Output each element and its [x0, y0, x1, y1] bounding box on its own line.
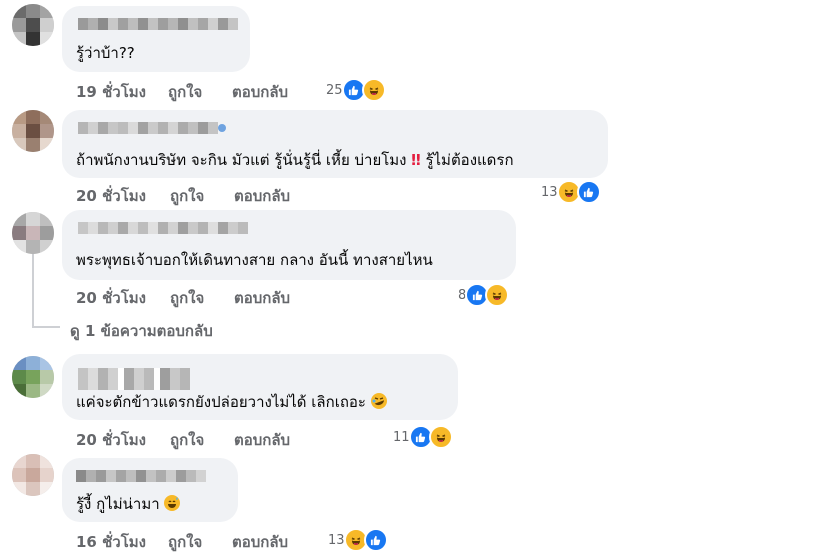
like-button[interactable]: ถูกใจ	[168, 530, 202, 554]
blurred-author-name[interactable]	[78, 122, 226, 134]
avatar[interactable]	[12, 454, 54, 496]
comment-timestamp[interactable]: 20 ชั่วโมง	[76, 184, 146, 208]
comment-actions: 20 ชั่วโมง ถูกใจ ตอบกลับ	[76, 184, 376, 205]
reply-button[interactable]: ตอบกลับ	[232, 530, 288, 554]
blurred-author-name[interactable]	[78, 368, 190, 390]
reaction-summary[interactable]: 13	[328, 528, 388, 552]
avatar[interactable]	[12, 212, 54, 254]
rofl-emoji-icon	[370, 393, 387, 409]
reaction-count: 13	[328, 532, 345, 548]
reaction-count: 13	[541, 184, 558, 200]
blurred-author-name[interactable]	[76, 470, 206, 482]
like-icon	[363, 528, 388, 552]
thread-branch	[32, 326, 60, 328]
reply-button[interactable]: ตอบกลับ	[234, 428, 290, 452]
grinning-sweat-emoji-icon	[164, 495, 181, 511]
avatar[interactable]	[12, 110, 54, 152]
view-replies-link[interactable]: ดู 1 ข้อความตอบกลับ	[70, 319, 213, 343]
comment-timestamp[interactable]: 20 ชั่วโมง	[76, 286, 146, 310]
reply-button[interactable]: ตอบกลับ	[232, 80, 288, 104]
reaction-summary[interactable]: 13	[541, 180, 601, 204]
double-exclamation-icon: ‼	[411, 151, 421, 169]
like-button[interactable]: ถูกใจ	[170, 184, 204, 208]
comment-actions: 20 ชั่วโมง ถูกใจ ตอบกลับ	[76, 286, 376, 307]
reaction-count: 25	[326, 82, 343, 98]
avatar[interactable]	[12, 4, 54, 46]
comment-timestamp[interactable]: 19 ชั่วโมง	[76, 80, 146, 104]
reaction-count: 11	[393, 429, 410, 445]
reaction-summary[interactable]: 25	[326, 78, 386, 102]
comment-bubble: แค่จะตักข้าวแดรกยังปล่อยวางไม่ได้ เลิกเถ…	[62, 354, 458, 420]
haha-icon	[428, 425, 453, 449]
comment-text: รู้ว่าบ้า??	[76, 44, 135, 62]
blurred-author-name[interactable]	[78, 18, 238, 30]
reaction-summary[interactable]: 11	[393, 425, 453, 449]
comment-bubble: ถ้าพนักงานบริษัท จะกิน มัวแต่ รู้นั่นรู้…	[62, 110, 608, 178]
like-button[interactable]: ถูกใจ	[170, 428, 204, 452]
haha-icon	[361, 78, 386, 102]
comment-bubble: พระพุทธเจ้าบอกให้เดินทางสาย กลาง อันนี้ …	[62, 210, 516, 280]
blurred-author-name[interactable]	[78, 222, 248, 234]
like-button[interactable]: ถูกใจ	[170, 286, 204, 310]
reaction-summary[interactable]: 8	[458, 283, 510, 307]
avatar[interactable]	[12, 356, 54, 398]
like-icon	[576, 180, 601, 204]
comment-text: พระพุทธเจ้าบอกให้เดินทางสาย กลาง อันนี้ …	[76, 251, 433, 269]
comment-timestamp[interactable]: 16 ชั่วโมง	[76, 530, 146, 554]
reply-button[interactable]: ตอบกลับ	[234, 286, 290, 310]
comment-text: รู้งี้ กูไม่น่ามา	[76, 494, 181, 514]
reply-button[interactable]: ตอบกลับ	[234, 184, 290, 208]
comment-text: ถ้าพนักงานบริษัท จะกิน มัวแต่ รู้นั่นรู้…	[76, 151, 514, 169]
comment-bubble: รู้ว่าบ้า??	[62, 6, 250, 72]
like-button[interactable]: ถูกใจ	[168, 80, 202, 104]
comment-bubble: รู้งี้ กูไม่น่ามา	[62, 458, 238, 522]
comment-timestamp[interactable]: 20 ชั่วโมง	[76, 428, 146, 452]
comment-actions: 20 ชั่วโมง ถูกใจ ตอบกลับ	[76, 428, 376, 449]
haha-icon	[485, 283, 510, 307]
comment-text: แค่จะตักข้าวแดรกยังปล่อยวางไม่ได้ เลิกเถ…	[76, 392, 387, 412]
